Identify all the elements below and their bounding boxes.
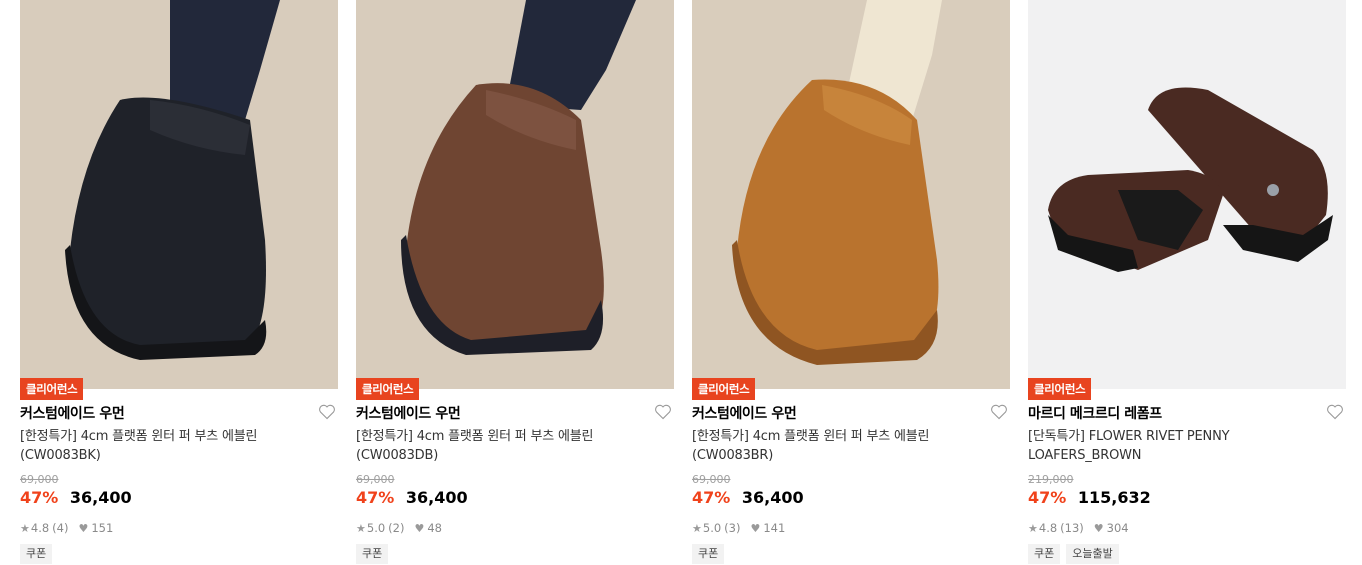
sale-price: 115,632 [1077, 488, 1151, 507]
price-row: 47% 115,632 [1028, 488, 1151, 507]
discount-rate: 47% [1028, 488, 1067, 507]
product-meta: ★ 5.0 (3) ♥ 141 [692, 521, 785, 535]
product-image[interactable] [692, 0, 1010, 389]
price-row: 47% 36,400 [20, 488, 132, 507]
tag-list: 쿠폰 [356, 544, 389, 564]
clearance-badge: 클리어런스 [1028, 378, 1092, 400]
brand-name[interactable]: 커스텀에이드 우먼 [692, 403, 797, 423]
rating: 4.8 [30, 521, 50, 535]
like-count: 304 [1106, 521, 1129, 535]
product-name[interactable]: [한정특가] 4cm 플랫폼 윈터 퍼 부츠 에블린 (CW0083BR) [692, 427, 992, 465]
tag-list: 쿠폰 [692, 544, 725, 564]
coupon-tag: 쿠폰 [20, 544, 53, 564]
product-meta: ★ 4.8 (4) ♥ 151 [20, 521, 113, 535]
review-count: (4) [52, 521, 69, 535]
heart-icon: ♥ [750, 521, 761, 535]
tag-list: 쿠폰 [20, 544, 53, 564]
review-count: (13) [1060, 521, 1084, 535]
product-name-line2: (CW0083BR) [692, 448, 774, 463]
review-count: (3) [724, 521, 741, 535]
tag-list: 쿠폰 오늘출발 [1028, 544, 1119, 564]
discount-rate: 47% [692, 488, 731, 507]
coupon-tag: 쿠폰 [1028, 544, 1061, 564]
product-card[interactable]: 클리어런스 커스텀에이드 우먼 [한정특가] 4cm 플랫폼 윈터 퍼 부츠 에… [356, 0, 674, 565]
product-name[interactable]: [단독특가] FLOWER RIVET PENNY LOAFERS_BROWN [1028, 427, 1328, 465]
sale-price: 36,400 [405, 488, 468, 507]
coupon-tag: 쿠폰 [692, 544, 725, 564]
heart-icon[interactable] [318, 404, 336, 420]
clearance-badge: 클리어런스 [692, 378, 756, 400]
heart-icon[interactable] [1326, 404, 1344, 420]
price-row: 47% 36,400 [356, 488, 468, 507]
original-price: 69,000 [356, 473, 395, 486]
product-card[interactable]: 클리어런스 마르디 메크르디 레폼프 [단독특가] FLOWER RIVET P… [1028, 0, 1346, 565]
coupon-tag: 쿠폰 [356, 544, 389, 564]
heart-icon: ♥ [414, 521, 425, 535]
product-name[interactable]: [한정특가] 4cm 플랫폼 윈터 퍼 부츠 에블린 (CW0083DB) [356, 427, 656, 465]
star-icon: ★ [356, 521, 366, 535]
original-price: 219,000 [1028, 473, 1074, 486]
heart-icon: ♥ [78, 521, 89, 535]
brand-name[interactable]: 마르디 메크르디 레폼프 [1028, 403, 1162, 423]
discount-rate: 47% [20, 488, 59, 507]
product-image[interactable] [356, 0, 674, 389]
product-meta: ★ 4.8 (13) ♥ 304 [1028, 521, 1129, 535]
heart-icon[interactable] [654, 404, 672, 420]
star-icon: ★ [692, 521, 702, 535]
product-meta: ★ 5.0 (2) ♥ 48 [356, 521, 442, 535]
rating: 5.0 [366, 521, 386, 535]
heart-icon[interactable] [990, 404, 1008, 420]
product-name-line2: LOAFERS_BROWN [1028, 448, 1142, 463]
sale-price: 36,400 [741, 488, 804, 507]
product-grid: 클리어런스 커스텀에이드 우먼 [한정특가] 4cm 플랫폼 윈터 퍼 부츠 에… [0, 0, 1362, 565]
clearance-badge: 클리어런스 [20, 378, 84, 400]
product-name-line1: [한정특가] 4cm 플랫폼 윈터 퍼 부츠 에블린 [356, 429, 594, 444]
rating: 4.8 [1038, 521, 1058, 535]
product-name[interactable]: [한정특가] 4cm 플랫폼 윈터 퍼 부츠 에블린 (CW0083BK) [20, 427, 320, 465]
product-card[interactable]: 클리어런스 커스텀에이드 우먼 [한정특가] 4cm 플랫폼 윈터 퍼 부츠 에… [20, 0, 338, 565]
brand-name[interactable]: 커스텀에이드 우먼 [20, 403, 125, 423]
same-day-shipping-tag: 오늘출발 [1066, 544, 1119, 564]
like-count: 141 [763, 521, 786, 535]
like-count: 48 [427, 521, 442, 535]
product-image[interactable] [20, 0, 338, 389]
original-price: 69,000 [692, 473, 731, 486]
star-icon: ★ [1028, 521, 1038, 535]
price-row: 47% 36,400 [692, 488, 804, 507]
clearance-badge: 클리어런스 [356, 378, 420, 400]
product-image[interactable] [1028, 0, 1346, 389]
product-name-line1: [한정특가] 4cm 플랫폼 윈터 퍼 부츠 에블린 [20, 429, 258, 444]
sale-price: 36,400 [69, 488, 132, 507]
product-name-line2: (CW0083DB) [356, 448, 439, 463]
brand-name[interactable]: 커스텀에이드 우먼 [356, 403, 461, 423]
rating: 5.0 [702, 521, 722, 535]
product-name-line2: (CW0083BK) [20, 448, 101, 463]
heart-icon: ♥ [1093, 521, 1104, 535]
review-count: (2) [388, 521, 405, 535]
product-name-line1: [한정특가] 4cm 플랫폼 윈터 퍼 부츠 에블린 [692, 429, 930, 444]
star-icon: ★ [20, 521, 30, 535]
like-count: 151 [91, 521, 114, 535]
discount-rate: 47% [356, 488, 395, 507]
original-price: 69,000 [20, 473, 59, 486]
product-name-line1: [단독특가] FLOWER RIVET PENNY [1028, 429, 1230, 444]
product-card[interactable]: 클리어런스 커스텀에이드 우먼 [한정특가] 4cm 플랫폼 윈터 퍼 부츠 에… [692, 0, 1010, 565]
